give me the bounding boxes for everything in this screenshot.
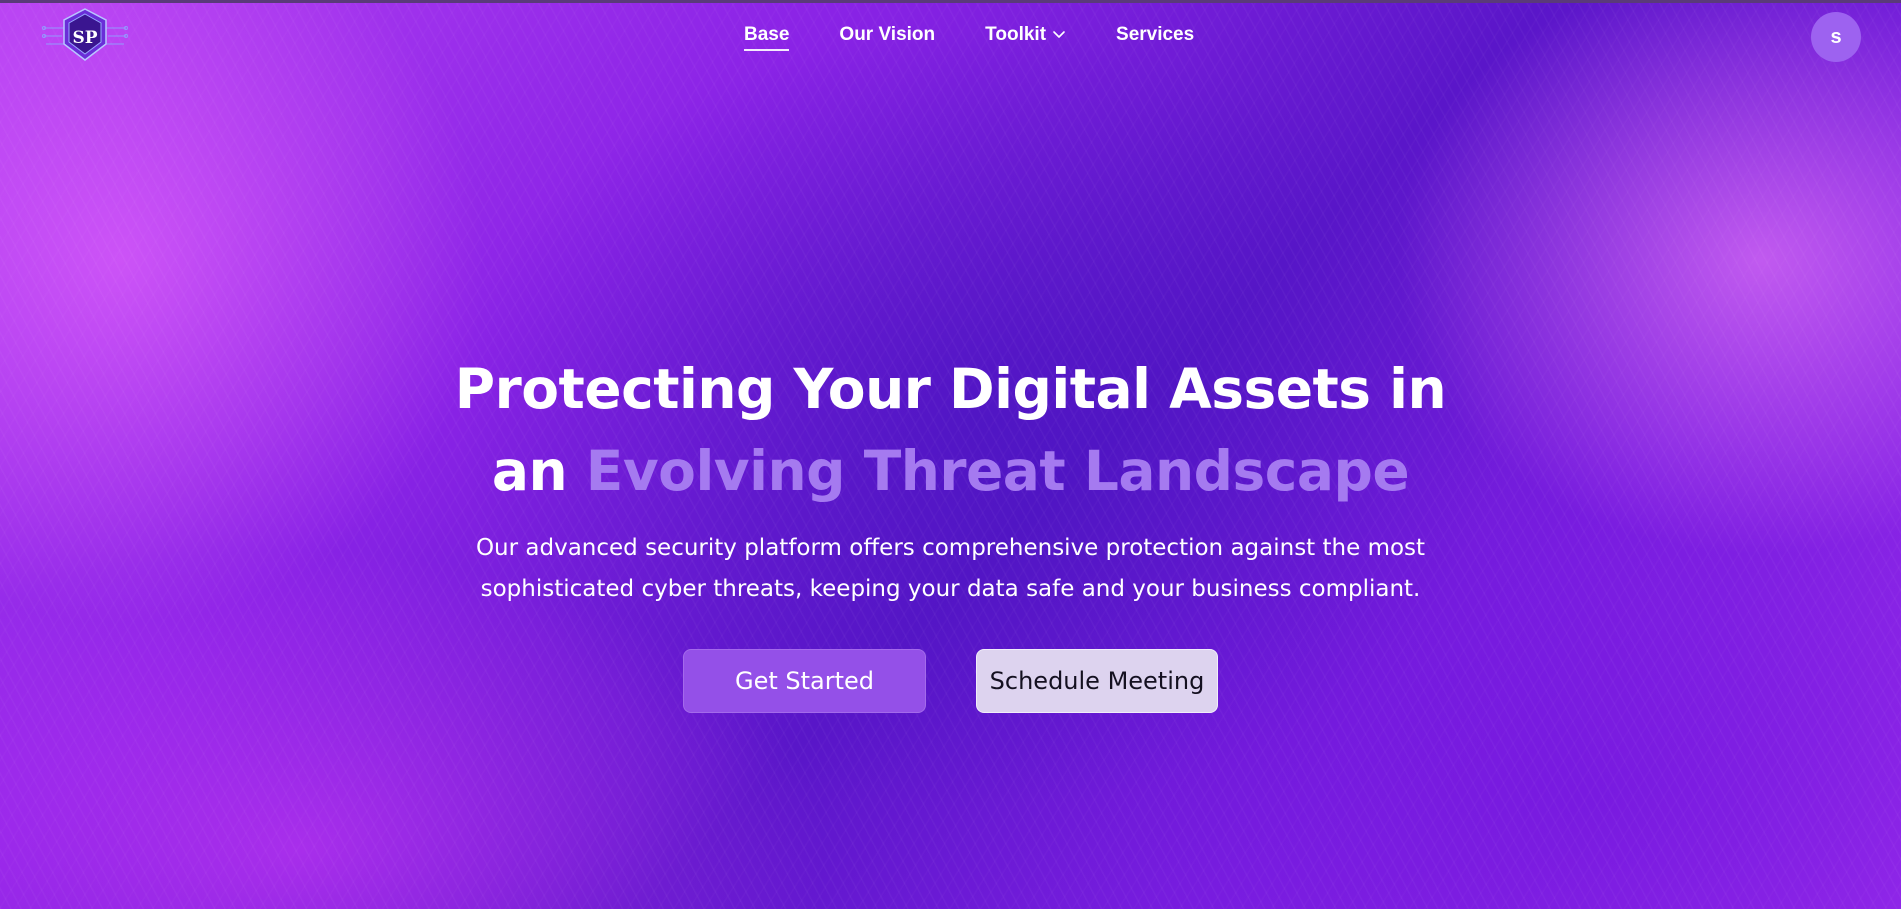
top-border — [0, 0, 1901, 3]
brand-logo[interactable]: SP — [42, 6, 128, 66]
hero-description: Our advanced security platform offers co… — [0, 528, 1901, 610]
nav-item-label: Toolkit — [985, 24, 1047, 45]
hero-title: Protecting Your Digital Assets in an Evo… — [0, 348, 1901, 512]
nav-item-label: Base — [744, 24, 790, 45]
schedule-meeting-label: Schedule Meeting — [989, 667, 1205, 695]
chevron-down-icon — [1053, 31, 1065, 38]
page: SP Base Our Vision Toolkit Services s Pr… — [0, 0, 1901, 909]
hero-title-line1: Protecting Your Digital Assets in — [454, 357, 1447, 421]
nav-item-label: Services — [1116, 24, 1195, 45]
hero-description-line1: Our advanced security platform offers co… — [475, 535, 1426, 561]
nav-item-toolkit[interactable]: Toolkit — [985, 24, 1066, 49]
nav-item-our-vision[interactable]: Our Vision — [839, 24, 935, 49]
logo-text: SP — [72, 28, 97, 48]
main-nav: Base Our Vision Toolkit Services — [744, 24, 1194, 51]
get-started-label: Get Started — [734, 667, 875, 695]
schedule-meeting-button[interactable]: Schedule Meeting — [976, 649, 1218, 713]
nav-item-services[interactable]: Services — [1116, 24, 1194, 49]
hero-description-line2: sophisticated cyber threats, keeping you… — [480, 576, 1421, 602]
nav-item-base[interactable]: Base — [744, 24, 790, 51]
hero-title-line2-prefix: an — [491, 439, 586, 503]
shield-logo-icon: SP — [42, 8, 128, 61]
avatar-initial: s — [1830, 25, 1842, 48]
get-started-button[interactable]: Get Started — [683, 649, 926, 713]
hero-title-accent: Evolving Threat Landscape — [585, 439, 1410, 503]
nav-item-label: Our Vision — [839, 24, 936, 45]
user-avatar[interactable]: s — [1811, 12, 1861, 62]
